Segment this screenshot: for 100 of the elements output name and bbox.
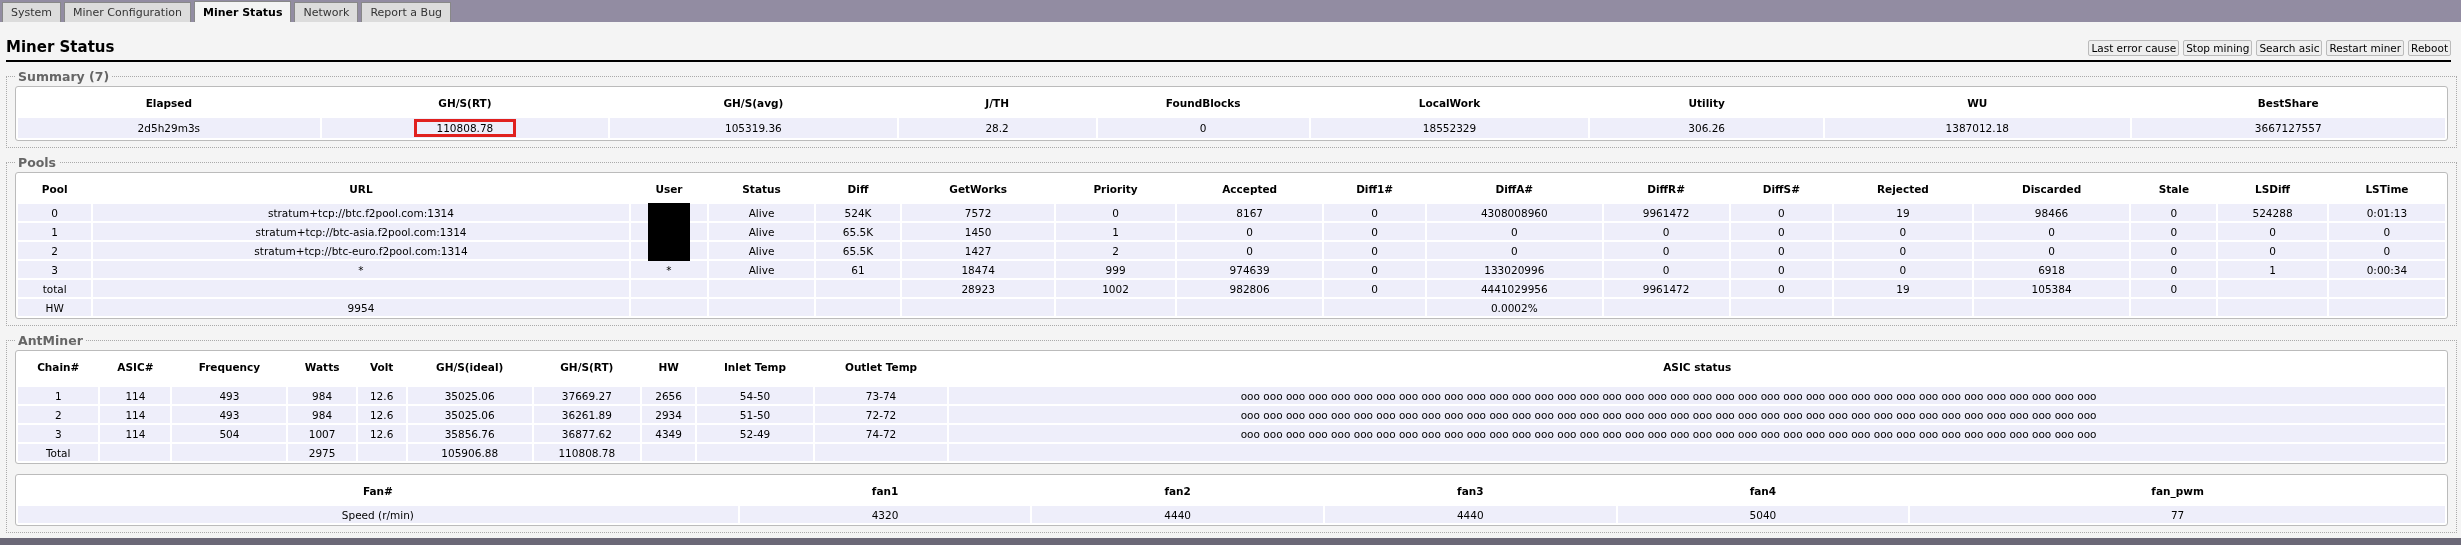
- table-cell: 4440: [1032, 506, 1323, 523]
- table-cell: 0: [1056, 204, 1176, 221]
- action-button[interactable]: Last error cause: [2088, 40, 2180, 56]
- action-button[interactable]: Restart miner: [2326, 40, 2405, 56]
- column-header: Fan#: [361, 484, 394, 499]
- table-cell: 0:00:34: [2328, 261, 2445, 278]
- table-cell: 0: [1834, 223, 1972, 240]
- table-cell: 0: [1324, 280, 1426, 297]
- column-header: Stale: [2157, 182, 2190, 197]
- table-cell: 0:01:13: [2328, 204, 2445, 221]
- column-header: Status: [741, 182, 782, 197]
- table-cell: 0: [1177, 242, 1323, 259]
- table-cell: 105384: [1973, 280, 2130, 297]
- column-header: Diff1#: [1355, 182, 1395, 197]
- table-cell-text: 2d5h29m3s: [136, 121, 202, 136]
- column-header: Elapsed: [144, 96, 193, 111]
- action-button[interactable]: Stop mining: [2183, 40, 2253, 56]
- table-cell: 35856.76: [407, 425, 532, 442]
- column-header: GetWorks: [948, 182, 1008, 197]
- table-cell: 493: [172, 387, 287, 404]
- table-cell: 98466: [1973, 204, 2130, 221]
- table-cell: 4349: [641, 425, 696, 442]
- table-cell: 5040: [1617, 506, 1909, 523]
- table-cell: 36261.89: [533, 406, 640, 423]
- table-cell: 2975: [288, 444, 356, 461]
- table-cell: 0: [1324, 223, 1426, 240]
- column-header: DiffS#: [1761, 182, 1801, 197]
- table-cell-text: 18552329: [1421, 121, 1478, 136]
- table-cell: 28923: [902, 280, 1054, 297]
- table-cell: 0: [1730, 280, 1833, 297]
- tab[interactable]: Report a Bug: [361, 2, 452, 22]
- column-header: fan_pwm: [2150, 484, 2205, 500]
- table-cell: 114: [100, 387, 171, 404]
- table-cell: 54-50: [697, 387, 813, 404]
- table-cell: 65.5K: [815, 242, 901, 259]
- table-cell: 72-72: [814, 406, 948, 423]
- table-cell: 2: [18, 242, 92, 259]
- table-cell: 0: [1834, 242, 1972, 259]
- table-cell: 36877.62: [533, 425, 640, 442]
- column-header: LSDiff: [2254, 182, 2292, 197]
- table-cell: Total: [18, 444, 99, 461]
- table-cell: 0: [1177, 223, 1323, 240]
- column-header: fan1: [870, 484, 900, 499]
- table-cell: 493: [172, 406, 287, 423]
- column-header: Inlet Temp: [722, 360, 788, 375]
- column-header: LSTime: [2364, 182, 2410, 197]
- table-cell: Speed (r/min): [18, 506, 738, 523]
- column-header: DiffA#: [1494, 182, 1535, 197]
- page-title: Miner Status: [6, 38, 115, 56]
- column-header: Chain#: [36, 360, 81, 375]
- column-header: Diff: [846, 182, 870, 197]
- table-cell: 0: [2131, 223, 2217, 240]
- table-cell: HW: [18, 299, 92, 316]
- column-header: GH/S(avg): [722, 96, 785, 111]
- table-cell: stratum+tcp://btc-asia.f2pool.com:1314: [93, 223, 629, 240]
- table-cell: 0: [1324, 242, 1426, 259]
- table-cell: 0: [2131, 280, 2217, 297]
- table-cell: 6918: [1973, 261, 2130, 278]
- action-button[interactable]: Search asic: [2256, 40, 2323, 56]
- column-header: Priority: [1092, 182, 1139, 197]
- table-cell: 0: [1730, 204, 1833, 221]
- table-cell: 74-72: [814, 425, 948, 442]
- table-cell: 0: [1427, 242, 1602, 259]
- table-cell: 0: [1603, 242, 1729, 259]
- section-title: AntMiner: [17, 333, 84, 348]
- column-header: FoundBlocks: [1164, 96, 1242, 111]
- table-cell: stratum+tcp://btc.f2pool.com:1314: [93, 204, 629, 221]
- table-cell: 9954: [93, 299, 629, 316]
- column-header: GH/S(RT): [559, 360, 615, 375]
- table-cell-text: 105319.36: [724, 121, 783, 136]
- tab[interactable]: Network: [294, 2, 359, 22]
- tab[interactable]: Miner Status: [193, 1, 292, 22]
- table-cell-text: 1387012.18: [1944, 121, 2010, 136]
- table-cell: Alive: [709, 223, 814, 240]
- table-cell: 133020996: [1427, 261, 1602, 278]
- table-cell-text: 3667127557: [2253, 121, 2323, 136]
- table-cell: 4440: [1324, 506, 1616, 523]
- table-cell: 114: [100, 406, 171, 423]
- column-header: fan2: [1163, 484, 1192, 499]
- table-cell: 0.0002%: [1427, 299, 1602, 316]
- table-cell: 0: [2328, 242, 2445, 259]
- table-cell: 504: [172, 425, 287, 442]
- action-button[interactable]: Reboot: [2408, 40, 2451, 56]
- table-cell: 0: [1603, 223, 1729, 240]
- table-cell: 77: [1910, 506, 2445, 523]
- table-cell: 0: [2131, 261, 2217, 278]
- table-cell: 0: [1730, 223, 1833, 240]
- table-cell: 2: [18, 406, 99, 423]
- column-header: LocalWork: [1417, 96, 1482, 111]
- column-header: Watts: [303, 360, 341, 375]
- table-cell: 73-74: [814, 387, 948, 404]
- table-cell: 0: [1324, 204, 1426, 221]
- table-cell: 524288: [2218, 204, 2327, 221]
- column-header: Frequency: [197, 360, 262, 375]
- table-cell: 37669.27: [533, 387, 640, 404]
- table-cell: 0: [2218, 223, 2327, 240]
- table-cell: Alive: [709, 261, 814, 278]
- table-cell: 0: [1973, 242, 2130, 259]
- tab[interactable]: System: [2, 2, 62, 22]
- tab[interactable]: Miner Configuration: [64, 2, 191, 22]
